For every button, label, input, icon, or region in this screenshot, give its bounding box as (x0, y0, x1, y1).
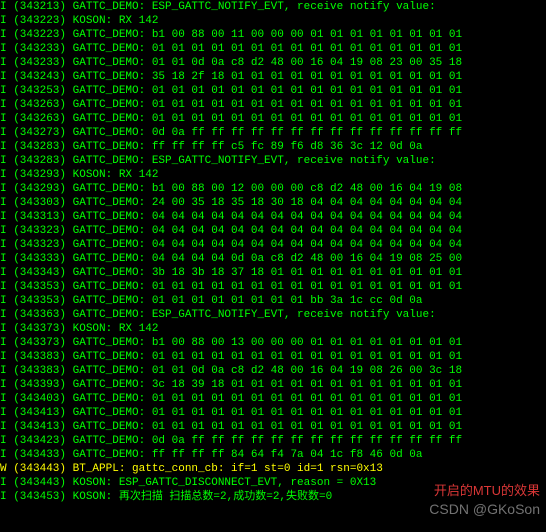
log-line: I (343293) GATTC_DEMO: b1 00 88 00 12 00… (0, 182, 546, 196)
log-line: I (343273) GATTC_DEMO: 0d 0a ff ff ff ff… (0, 126, 546, 140)
log-line: I (343313) GATTC_DEMO: 04 04 04 04 04 04… (0, 210, 546, 224)
overlay-box: 开启的MTU的效果 CSDN @GKoSon (429, 482, 540, 518)
log-line: I (343353) GATTC_DEMO: 01 01 01 01 01 01… (0, 280, 546, 294)
log-line: I (343213) GATTC_DEMO: ESP_GATTC_NOTIFY_… (0, 0, 546, 14)
log-line: I (343363) GATTC_DEMO: ESP_GATTC_NOTIFY_… (0, 308, 546, 322)
csdn-watermark: CSDN @GKoSon (429, 500, 540, 518)
log-line: I (343393) GATTC_DEMO: 3c 18 39 18 01 01… (0, 378, 546, 392)
log-line: I (343383) GATTC_DEMO: 01 01 0d 0a c8 d2… (0, 364, 546, 378)
log-line: I (343243) GATTC_DEMO: 35 18 2f 18 01 01… (0, 70, 546, 84)
overlay-note: 开启的MTU的效果 (429, 482, 540, 500)
log-line: I (343403) GATTC_DEMO: 01 01 01 01 01 01… (0, 392, 546, 406)
log-line: I (343223) GATTC_DEMO: b1 00 88 00 11 00… (0, 28, 546, 42)
log-line: I (343283) GATTC_DEMO: ff ff ff ff c5 fc… (0, 140, 546, 154)
log-line: I (343263) GATTC_DEMO: 01 01 01 01 01 01… (0, 98, 546, 112)
log-line: I (343353) GATTC_DEMO: 01 01 01 01 01 01… (0, 294, 546, 308)
log-line: I (343323) GATTC_DEMO: 04 04 04 04 04 04… (0, 238, 546, 252)
log-line: I (343433) GATTC_DEMO: ff ff ff ff 84 64… (0, 448, 546, 462)
log-line: I (343373) GATTC_DEMO: b1 00 88 00 13 00… (0, 336, 546, 350)
log-line: I (343223) KOSON: RX 142 (0, 14, 546, 28)
log-line: I (343413) GATTC_DEMO: 01 01 01 01 01 01… (0, 420, 546, 434)
log-line: I (343263) GATTC_DEMO: 01 01 01 01 01 01… (0, 112, 546, 126)
log-line: I (343293) KOSON: RX 142 (0, 168, 546, 182)
terminal-output: I (343213) GATTC_DEMO: ESP_GATTC_NOTIFY_… (0, 0, 546, 504)
log-line: I (343283) GATTC_DEMO: ESP_GATTC_NOTIFY_… (0, 154, 546, 168)
log-line: I (343413) GATTC_DEMO: 01 01 01 01 01 01… (0, 406, 546, 420)
log-line: I (343233) GATTC_DEMO: 01 01 0d 0a c8 d2… (0, 56, 546, 70)
log-line: I (343233) GATTC_DEMO: 01 01 01 01 01 01… (0, 42, 546, 56)
log-line: I (343323) GATTC_DEMO: 04 04 04 04 04 04… (0, 224, 546, 238)
log-line: I (343303) GATTC_DEMO: 24 00 35 18 35 18… (0, 196, 546, 210)
log-line: I (343383) GATTC_DEMO: 01 01 01 01 01 01… (0, 350, 546, 364)
log-line: I (343343) GATTC_DEMO: 3b 18 3b 18 37 18… (0, 266, 546, 280)
log-line: I (343333) GATTC_DEMO: 04 04 04 04 0d 0a… (0, 252, 546, 266)
log-line: I (343253) GATTC_DEMO: 01 01 01 01 01 01… (0, 84, 546, 98)
log-line: I (343373) KOSON: RX 142 (0, 322, 546, 336)
log-line: W (343443) BT_APPL: gattc_conn_cb: if=1 … (0, 462, 546, 476)
log-line: I (343423) GATTC_DEMO: 0d 0a ff ff ff ff… (0, 434, 546, 448)
